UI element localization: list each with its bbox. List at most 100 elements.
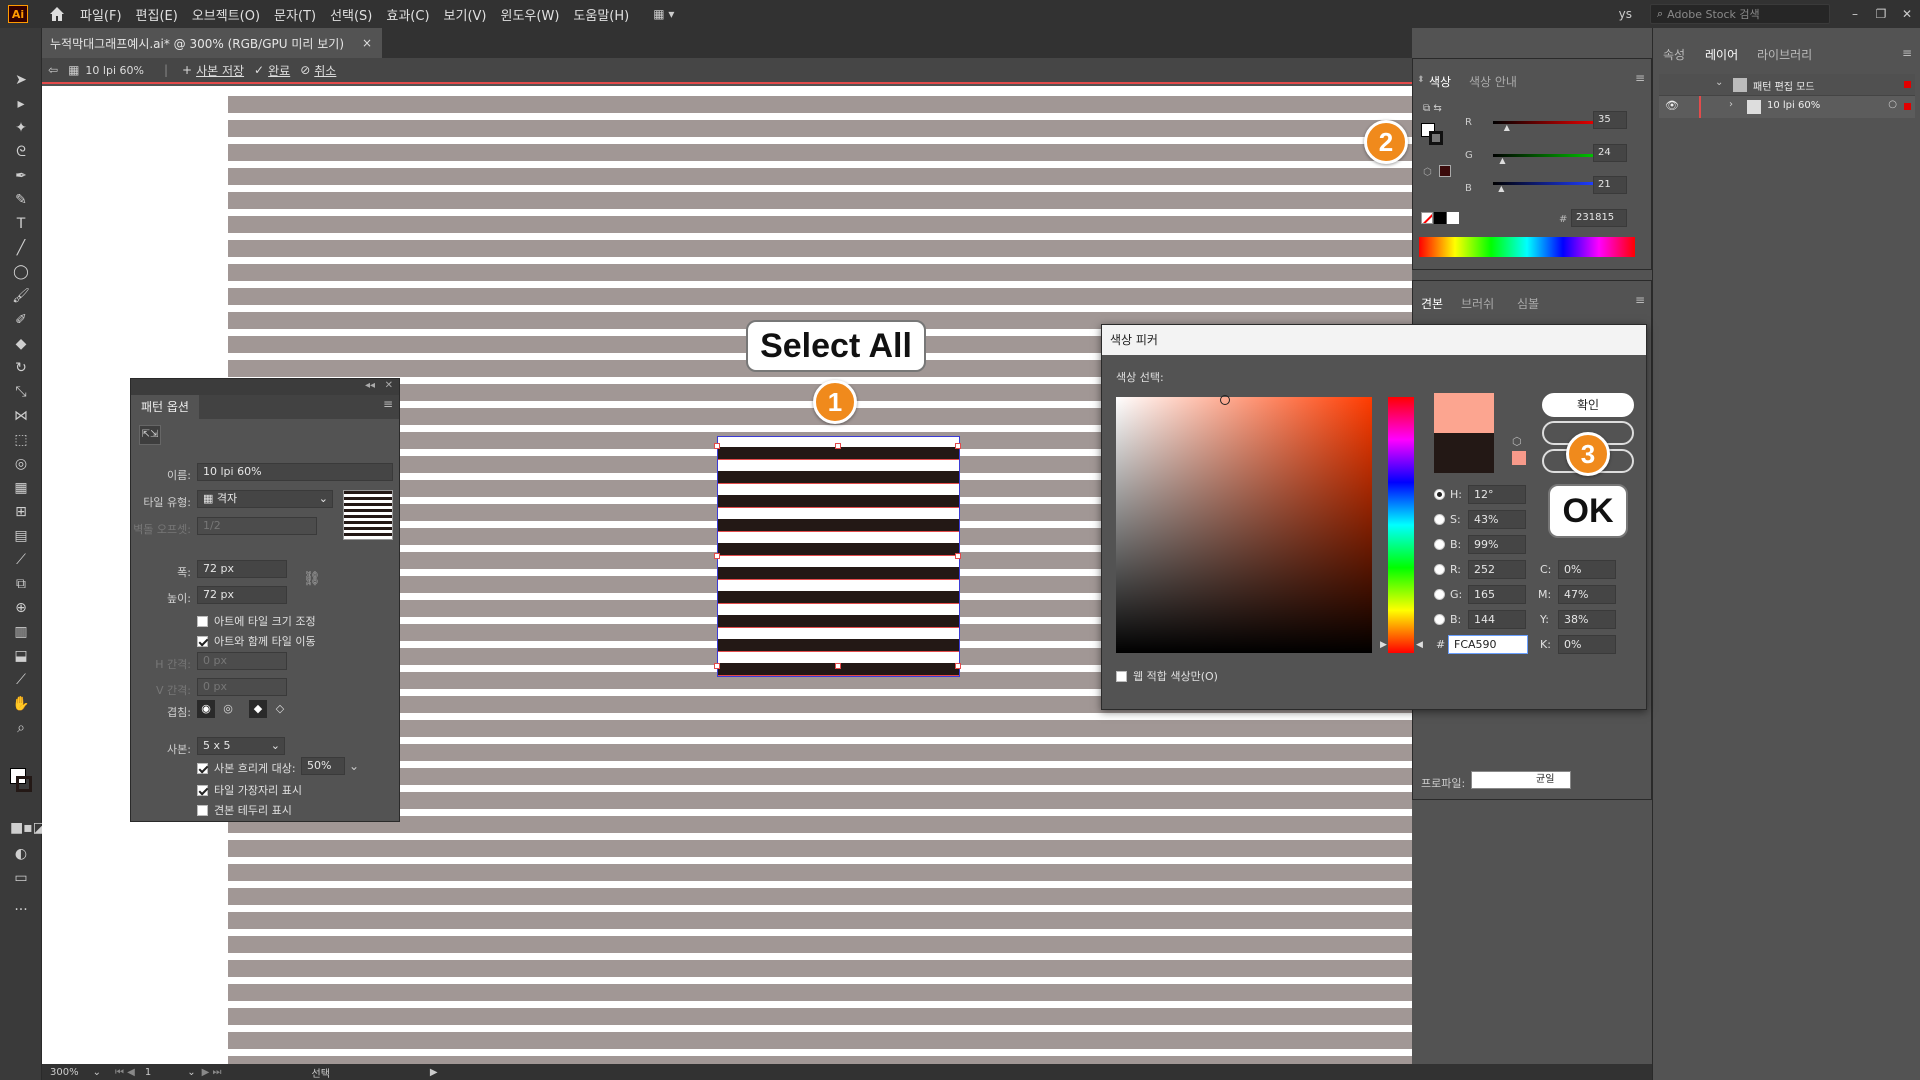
tab-layers[interactable]: 레이어 — [1705, 46, 1738, 63]
graph-tool-icon[interactable]: ▥ — [10, 622, 32, 642]
save-copy-button[interactable]: 사본 저장 — [196, 62, 244, 79]
scale-tool-icon[interactable]: ⤡ — [10, 382, 32, 402]
slider-thumb[interactable]: ▲ — [1504, 123, 1510, 132]
fill-stroke-indicator[interactable] — [1421, 123, 1447, 149]
menu-window[interactable]: 윈도우(W) — [501, 5, 560, 24]
close-tab-icon[interactable]: × — [362, 36, 372, 50]
lasso-tool-icon[interactable]: ᘓ — [10, 142, 32, 162]
color-mode-icon[interactable]: ■▪◪ — [10, 818, 46, 838]
selection-handle[interactable] — [714, 553, 720, 559]
menu-select[interactable]: 선택(S) — [330, 5, 372, 24]
selection-handle[interactable] — [714, 443, 720, 449]
slider-thumb[interactable]: ▲ — [1498, 184, 1504, 193]
checkbox-box[interactable] — [197, 635, 208, 647]
tab-pattern-options[interactable]: 패턴 옵션 — [131, 395, 199, 419]
paintbrush-tool-icon[interactable]: 🖌 — [10, 286, 32, 306]
stock-search-input[interactable]: ⌕ Adobe Stock 검색 — [1650, 4, 1830, 24]
b-radio[interactable] — [1434, 539, 1445, 550]
pattern-tile-selection[interactable] — [714, 436, 961, 677]
overlap-left-icon[interactable]: ◉ — [197, 700, 215, 718]
selection-handle[interactable] — [835, 443, 841, 449]
web-colors-only-checkbox[interactable]: 웹 적합 색상만(O) — [1116, 668, 1218, 684]
collapse-icon[interactable]: ◂◂ — [365, 380, 375, 391]
layer-name[interactable]: 패턴 편집 모드 — [1753, 78, 1815, 93]
eye-icon[interactable]: 👁 — [1665, 99, 1679, 112]
close-icon[interactable]: ✕ — [1894, 7, 1920, 21]
overlap-top-icon[interactable]: ◆ — [249, 700, 267, 718]
tab-libraries[interactable]: 라이브러리 — [1757, 46, 1812, 63]
blue-field[interactable]: 144 — [1468, 610, 1526, 629]
menu-object[interactable]: 오브젝트(O) — [192, 5, 260, 24]
shape-builder-icon[interactable]: ◎ — [10, 454, 32, 474]
g-value[interactable]: 24 — [1593, 144, 1627, 162]
overlap-right-icon[interactable]: ◎ — [219, 700, 237, 718]
hand-tool-icon[interactable]: ✋ — [10, 694, 32, 714]
menu-edit[interactable]: 편집(E) — [136, 5, 178, 24]
magic-wand-icon[interactable]: ✦ — [10, 118, 32, 138]
b-slider[interactable] — [1493, 182, 1593, 185]
tile-stripe[interactable] — [718, 495, 959, 508]
type-tool-icon[interactable]: T — [10, 214, 32, 234]
checkbox-box[interactable] — [197, 804, 208, 816]
slider-thumb[interactable]: ▲ — [1499, 156, 1505, 165]
tab-color-guide[interactable]: 색상 안내 — [1469, 73, 1517, 90]
tile-tool-icon[interactable]: ⇱⇲ — [139, 425, 161, 445]
h-field[interactable]: 12° — [1468, 485, 1526, 504]
restore-icon[interactable]: ❐ — [1868, 7, 1894, 21]
perspective-grid-icon[interactable]: ▦ — [10, 478, 32, 498]
hex-field[interactable]: 231815 — [1571, 209, 1627, 227]
menu-effect[interactable]: 효과(C) — [386, 5, 429, 24]
hue-arrow-right[interactable]: ◀ — [1416, 640, 1423, 650]
ellipse-tool-icon[interactable]: ◯ — [10, 262, 32, 282]
user-menu[interactable]: ys — [1619, 7, 1632, 21]
layer-row[interactable]: 👁 › 10 lpi 60% ○ — [1659, 96, 1915, 118]
c-field[interactable]: 0% — [1558, 560, 1616, 579]
more-tools-icon[interactable]: ··· — [10, 900, 32, 920]
hue-slider[interactable] — [1388, 397, 1414, 653]
tile-stripe[interactable] — [718, 519, 959, 532]
tab-properties[interactable]: 속성 — [1663, 46, 1685, 63]
pattern-name-field[interactable]: 10 lpi 60% — [197, 463, 393, 481]
white-swatch[interactable] — [1447, 212, 1459, 224]
tile-stripe[interactable] — [718, 615, 959, 628]
chevron-right-icon[interactable]: › — [1729, 99, 1733, 110]
color-field[interactable] — [1116, 395, 1372, 653]
color-field-marker[interactable] — [1220, 395, 1230, 405]
tab-color[interactable]: 색상 — [1429, 73, 1451, 90]
g-field[interactable]: 165 — [1468, 585, 1526, 604]
artboard-nav-next-icon[interactable]: ▶ ⏭ — [202, 1067, 222, 1078]
r-radio[interactable] — [1434, 564, 1445, 575]
tile-stripe[interactable] — [718, 639, 959, 652]
tile-stripe[interactable] — [718, 591, 959, 604]
eyedropper-icon[interactable]: ⟋ — [10, 550, 32, 570]
gamut-swatch[interactable] — [1512, 451, 1526, 465]
chevron-down-icon[interactable]: ⌄ — [93, 1067, 101, 1078]
none-swatch[interactable] — [1421, 212, 1433, 224]
g-slider[interactable] — [1493, 154, 1593, 157]
tab-symbols[interactable]: 심볼 — [1517, 295, 1539, 312]
dim-copies-checkbox[interactable]: 사본 흐리게 대상: — [197, 760, 296, 776]
blend-tool-icon[interactable]: ⧉ — [10, 574, 32, 594]
panel-menu-icon[interactable]: ≡ — [1635, 71, 1645, 85]
artboard-tool-icon[interactable]: ⬓ — [10, 646, 32, 666]
eraser-tool-icon[interactable]: ◆ — [10, 334, 32, 354]
brightness-field[interactable]: 99% — [1468, 535, 1526, 554]
symbol-sprayer-icon[interactable]: ⊕ — [10, 598, 32, 618]
s-field[interactable]: 43% — [1468, 510, 1526, 529]
hex-field[interactable]: FCA590 — [1448, 635, 1528, 654]
move-tile-with-art-checkbox[interactable]: 아트와 함께 타일 이동 — [197, 633, 316, 649]
menu-type[interactable]: 문자(T) — [274, 5, 316, 24]
k-field[interactable]: 0% — [1558, 635, 1616, 654]
menu-file[interactable]: 파일(F) — [80, 5, 122, 24]
slice-tool-icon[interactable]: ⟋ — [10, 670, 32, 690]
checkbox-box[interactable] — [197, 784, 208, 796]
draw-mode-icon[interactable]: ◐ — [10, 844, 32, 864]
home-icon[interactable] — [48, 5, 66, 23]
panel-menu-icon[interactable]: ≡ — [383, 397, 393, 411]
blue-radio[interactable] — [1434, 614, 1445, 625]
workspace-switcher-icon[interactable]: ▦ ▾ — [653, 7, 674, 21]
dim-copies-value[interactable]: 50% — [301, 757, 345, 775]
chevron-down-icon[interactable]: ⌄ — [187, 1067, 195, 1078]
chevron-down-icon[interactable]: ⌄ — [1715, 77, 1723, 88]
tab-swatches[interactable]: 견본 — [1421, 295, 1443, 312]
